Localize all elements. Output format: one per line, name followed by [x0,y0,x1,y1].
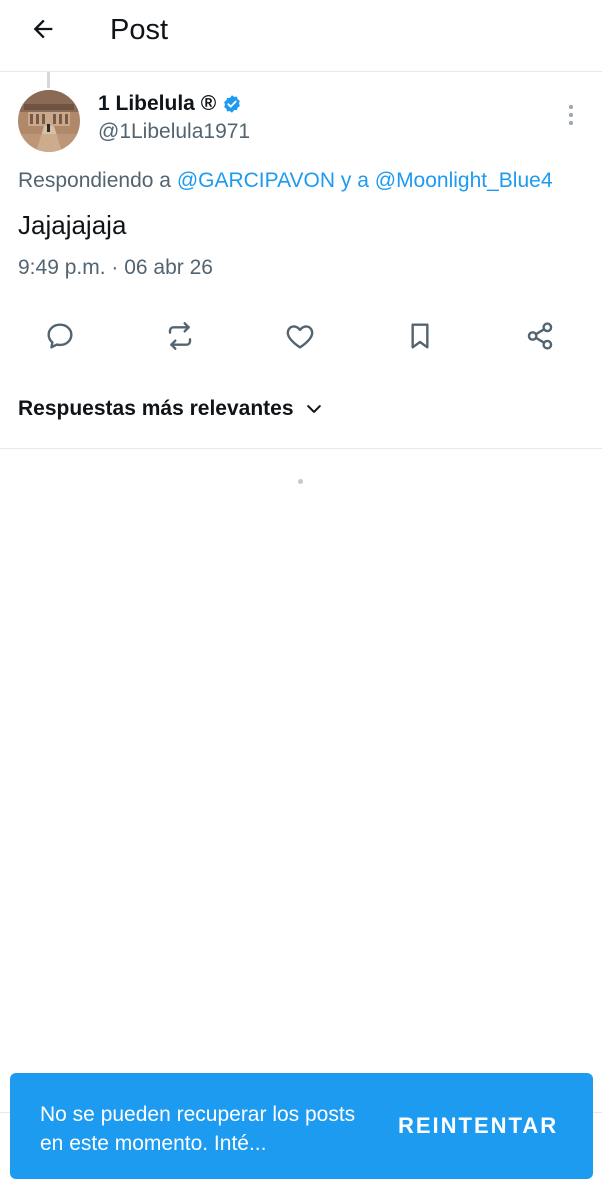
arrow-left-icon [29,15,57,48]
avatar[interactable] [18,90,80,152]
more-options-button[interactable] [558,100,584,130]
retry-button[interactable]: REINTENTAR [398,1113,558,1139]
heart-icon [284,320,316,357]
chevron-down-icon [304,399,324,419]
replies-sort-label: Respuestas más relevantes [18,397,294,420]
replying-joiner: y a [340,169,369,192]
error-snackbar: No se pueden recuperar los posts en este… [10,1073,593,1179]
display-name[interactable]: 1 Libelula ® [98,92,216,116]
author-row: 1 Libelula ® [98,92,242,116]
like-button[interactable] [280,318,320,358]
bookmark-icon [404,320,436,357]
bookmark-button[interactable] [400,318,440,358]
replying-prefix: Respondiendo a [18,169,171,192]
replies-sort-dropdown[interactable]: Respuestas más relevantes [18,397,324,421]
top-app-bar: Post [0,0,602,72]
back-button[interactable] [22,10,64,52]
replying-to-line: Respondiendo a @GARCIPAVON y a @Moonligh… [18,169,553,193]
reply-button[interactable] [40,318,80,358]
user-handle[interactable]: @1Libelula1971 [98,120,250,144]
section-divider [0,448,602,449]
snackbar-message: No se pueden recuperar los posts en este… [40,1103,356,1155]
mention-link[interactable]: @Moonlight_Blue4 [375,169,553,192]
tweet-timestamp[interactable]: 9:49 p.m. · 06 abr 26 [18,256,213,280]
mention-link[interactable]: @GARCIPAVON [177,169,335,192]
loading-indicator [298,479,303,484]
tweet-text: Jajajajaja [18,210,127,240]
reply-icon [44,320,76,357]
repost-icon [164,320,196,357]
share-button[interactable] [520,318,560,358]
page-title: Post [110,14,169,46]
more-vertical-icon [569,105,573,109]
thread-connector-line [47,72,50,88]
repost-button[interactable] [160,318,200,358]
verified-badge-icon [222,94,242,114]
share-icon [524,320,556,357]
